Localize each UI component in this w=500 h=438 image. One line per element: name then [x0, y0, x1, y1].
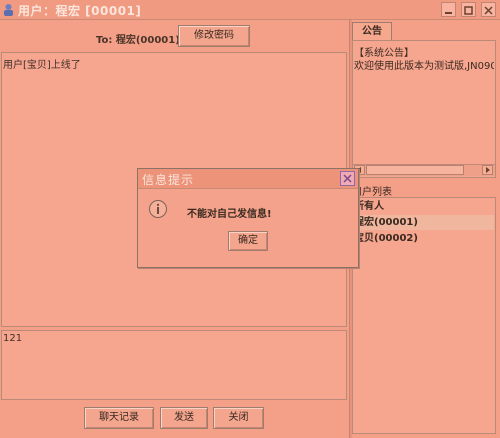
notice-body: 欢迎使用此版本为测试版,JN090	[354, 61, 494, 72]
scroll-right-button[interactable]	[482, 165, 493, 175]
change-password-button[interactable]: 修改密码	[178, 25, 250, 47]
dialog-close-button[interactable]	[340, 171, 355, 186]
chat-message: 用户[宝贝]上线了	[3, 60, 81, 71]
user-item-all[interactable]: 所有人	[354, 199, 494, 214]
send-button[interactable]: 发送	[160, 407, 208, 429]
minimize-button[interactable]	[441, 2, 456, 17]
message-input[interactable]	[1, 330, 347, 400]
dialog-message: 不能对自己发信息!	[187, 209, 272, 220]
close-button[interactable]: 关闭	[213, 407, 264, 429]
maximize-icon	[464, 6, 473, 15]
info-icon	[149, 200, 167, 218]
chat-history-button[interactable]: 聊天记录	[84, 407, 154, 429]
app-icon	[4, 4, 13, 16]
minimize-icon	[445, 12, 452, 14]
close-icon	[484, 6, 493, 15]
message-input-value: 121	[3, 333, 23, 344]
close-icon	[343, 174, 352, 183]
user-item-baobei[interactable]: 宝贝(00002)	[354, 231, 494, 246]
dialog-title: 信息提示	[142, 173, 195, 187]
scrollbar-thumb[interactable]	[366, 165, 464, 175]
dialog-ok-button[interactable]: 确定	[228, 231, 268, 251]
user-item-chenghong[interactable]: 程宏(00001)	[354, 215, 494, 230]
maximize-button[interactable]	[461, 2, 476, 17]
tab-notice[interactable]: 公告	[352, 22, 392, 40]
window-title: 用户：程宏 [00001]	[18, 4, 142, 18]
close-window-button[interactable]	[481, 2, 496, 17]
to-label: To: 程宏(00001)	[96, 35, 180, 46]
arrow-right-icon	[486, 167, 490, 173]
